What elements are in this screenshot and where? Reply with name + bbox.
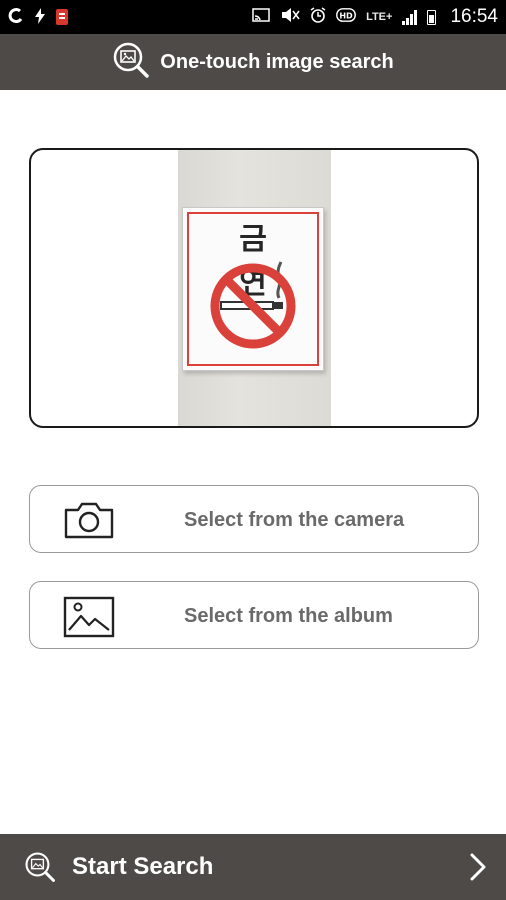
status-bar: HD LTE+ 16:54 <box>0 0 506 34</box>
mute-icon <box>280 7 300 28</box>
image-icon <box>63 596 115 643</box>
app-title: One-touch image search <box>160 50 394 73</box>
image-preview: 금 연 <box>29 148 479 428</box>
alarm-icon <box>310 6 326 28</box>
cast-icon <box>252 7 270 27</box>
select-album-button[interactable]: Select from the album <box>29 581 479 649</box>
status-bar-left <box>8 7 68 27</box>
start-search-label: Start Search <box>72 853 214 880</box>
notification-c-icon <box>8 7 24 27</box>
image-search-icon <box>24 851 56 888</box>
camera-label: Select from the camera <box>184 509 405 531</box>
app-notification-icon <box>56 9 68 25</box>
signal-icon <box>402 9 418 25</box>
no-smoking-icon <box>210 261 296 349</box>
start-search-button[interactable]: Start Search <box>0 834 506 900</box>
battery-icon <box>427 9 437 25</box>
album-label: Select from the album <box>184 605 393 627</box>
app-header: One-touch image search <box>0 34 506 90</box>
lte-icon: LTE+ <box>366 11 393 23</box>
image-search-icon <box>112 41 150 84</box>
chevron-right-icon <box>468 853 488 886</box>
no-smoking-sign: 금 연 <box>182 207 324 371</box>
status-bar-right: HD LTE+ 16:54 <box>252 6 498 28</box>
svg-text:HD: HD <box>339 11 353 20</box>
select-camera-button[interactable]: Select from the camera <box>29 485 479 553</box>
lightning-icon <box>34 7 46 27</box>
status-time: 16:54 <box>450 6 498 27</box>
hd-icon: HD <box>336 7 356 27</box>
preview-photo: 금 연 <box>178 150 331 426</box>
camera-icon <box>63 500 115 545</box>
